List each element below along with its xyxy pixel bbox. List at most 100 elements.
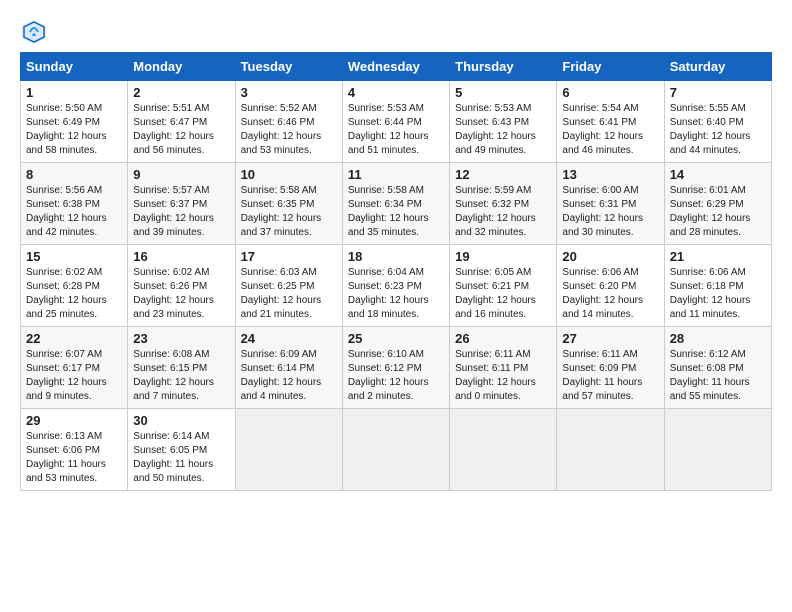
calendar-cell: 27 Sunrise: 6:11 AMSunset: 6:09 PMDayligh… (557, 327, 664, 409)
day-number: 5 (455, 85, 551, 100)
header-day-tuesday: Tuesday (235, 53, 342, 81)
calendar-week-4: 22 Sunrise: 6:07 AMSunset: 6:17 PMDayligh… (21, 327, 772, 409)
day-number: 19 (455, 249, 551, 264)
day-number: 18 (348, 249, 444, 264)
day-info: Sunrise: 6:11 AMSunset: 6:11 PMDaylight:… (455, 348, 551, 404)
day-number: 17 (241, 249, 337, 264)
day-number: 28 (670, 331, 766, 346)
calendar-cell: 9 Sunrise: 5:57 AMSunset: 6:37 PMDaylight… (128, 163, 235, 245)
calendar-cell (342, 409, 449, 491)
day-info: Sunrise: 6:08 AMSunset: 6:15 PMDaylight:… (133, 348, 229, 404)
calendar-cell: 30 Sunrise: 6:14 AMSunset: 6:05 PMDayligh… (128, 409, 235, 491)
header-day-thursday: Thursday (450, 53, 557, 81)
calendar-cell: 22 Sunrise: 6:07 AMSunset: 6:17 PMDayligh… (21, 327, 128, 409)
day-number: 21 (670, 249, 766, 264)
day-number: 27 (562, 331, 658, 346)
header-day-sunday: Sunday (21, 53, 128, 81)
day-info: Sunrise: 6:11 AMSunset: 6:09 PMDaylight:… (562, 348, 658, 404)
header (20, 18, 772, 46)
day-info: Sunrise: 5:58 AMSunset: 6:34 PMDaylight:… (348, 184, 444, 240)
calendar-cell: 26 Sunrise: 6:11 AMSunset: 6:11 PMDayligh… (450, 327, 557, 409)
day-info: Sunrise: 6:06 AMSunset: 6:20 PMDaylight:… (562, 266, 658, 322)
day-info: Sunrise: 6:09 AMSunset: 6:14 PMDaylight:… (241, 348, 337, 404)
header-day-saturday: Saturday (664, 53, 771, 81)
day-info: Sunrise: 6:01 AMSunset: 6:29 PMDaylight:… (670, 184, 766, 240)
day-info: Sunrise: 5:53 AMSunset: 6:43 PMDaylight:… (455, 102, 551, 158)
day-info: Sunrise: 6:06 AMSunset: 6:18 PMDaylight:… (670, 266, 766, 322)
day-number: 25 (348, 331, 444, 346)
calendar-cell: 29 Sunrise: 6:13 AMSunset: 6:06 PMDayligh… (21, 409, 128, 491)
day-info: Sunrise: 5:55 AMSunset: 6:40 PMDaylight:… (670, 102, 766, 158)
day-number: 9 (133, 167, 229, 182)
day-number: 24 (241, 331, 337, 346)
calendar-cell: 5 Sunrise: 5:53 AMSunset: 6:43 PMDaylight… (450, 81, 557, 163)
day-number: 7 (670, 85, 766, 100)
day-number: 22 (26, 331, 122, 346)
calendar-cell: 12Sunrise: 5:59 AMSunset: 6:32 PMDayligh… (450, 163, 557, 245)
calendar-cell: 10 Sunrise: 5:58 AMSunset: 6:35 PMDayligh… (235, 163, 342, 245)
calendar-cell: 23Sunrise: 6:08 AMSunset: 6:15 PMDayligh… (128, 327, 235, 409)
calendar-cell: 8 Sunrise: 5:56 AMSunset: 6:38 PMDaylight… (21, 163, 128, 245)
day-info: Sunrise: 6:07 AMSunset: 6:17 PMDaylight:… (26, 348, 122, 404)
day-info: Sunrise: 6:03 AMSunset: 6:25 PMDaylight:… (241, 266, 337, 322)
calendar-body: 1 Sunrise: 5:50 AMSunset: 6:49 PMDaylight… (21, 81, 772, 491)
day-number: 26 (455, 331, 551, 346)
calendar-header-row: SundayMondayTuesdayWednesdayThursdayFrid… (21, 53, 772, 81)
logo-icon (20, 18, 48, 46)
calendar-cell: 21 Sunrise: 6:06 AMSunset: 6:18 PMDayligh… (664, 245, 771, 327)
calendar-table: SundayMondayTuesdayWednesdayThursdayFrid… (20, 52, 772, 491)
day-info: Sunrise: 6:13 AMSunset: 6:06 PMDaylight:… (26, 430, 122, 486)
day-number: 30 (133, 413, 229, 428)
day-number: 1 (26, 85, 122, 100)
day-number: 16 (133, 249, 229, 264)
day-info: Sunrise: 5:57 AMSunset: 6:37 PMDaylight:… (133, 184, 229, 240)
day-number: 2 (133, 85, 229, 100)
calendar-cell: 6 Sunrise: 5:54 AMSunset: 6:41 PMDaylight… (557, 81, 664, 163)
calendar-cell: 20 Sunrise: 6:06 AMSunset: 6:20 PMDayligh… (557, 245, 664, 327)
day-info: Sunrise: 6:00 AMSunset: 6:31 PMDaylight:… (562, 184, 658, 240)
day-info: Sunrise: 5:51 AMSunset: 6:47 PMDaylight:… (133, 102, 229, 158)
day-number: 20 (562, 249, 658, 264)
day-number: 29 (26, 413, 122, 428)
day-info: Sunrise: 5:50 AMSunset: 6:49 PMDaylight:… (26, 102, 122, 158)
calendar-cell: 2 Sunrise: 5:51 AMSunset: 6:47 PMDaylight… (128, 81, 235, 163)
calendar-cell (557, 409, 664, 491)
day-number: 11 (348, 167, 444, 182)
day-number: 10 (241, 167, 337, 182)
calendar-cell: 11 Sunrise: 5:58 AMSunset: 6:34 PMDayligh… (342, 163, 449, 245)
header-day-friday: Friday (557, 53, 664, 81)
calendar-cell: 3Sunrise: 5:52 AMSunset: 6:46 PMDaylight… (235, 81, 342, 163)
calendar-cell (450, 409, 557, 491)
header-day-monday: Monday (128, 53, 235, 81)
calendar-cell: 19 Sunrise: 6:05 AMSunset: 6:21 PMDayligh… (450, 245, 557, 327)
day-info: Sunrise: 6:05 AMSunset: 6:21 PMDaylight:… (455, 266, 551, 322)
calendar-week-2: 8 Sunrise: 5:56 AMSunset: 6:38 PMDaylight… (21, 163, 772, 245)
day-info: Sunrise: 6:12 AMSunset: 6:08 PMDaylight:… (670, 348, 766, 404)
header-day-wednesday: Wednesday (342, 53, 449, 81)
day-info: Sunrise: 6:04 AMSunset: 6:23 PMDaylight:… (348, 266, 444, 322)
logo (20, 18, 50, 46)
calendar-week-1: 1 Sunrise: 5:50 AMSunset: 6:49 PMDaylight… (21, 81, 772, 163)
calendar-cell: 25 Sunrise: 6:10 AMSunset: 6:12 PMDayligh… (342, 327, 449, 409)
day-info: Sunrise: 5:52 AMSunset: 6:46 PMDaylight:… (241, 102, 337, 158)
calendar-cell: 1 Sunrise: 5:50 AMSunset: 6:49 PMDaylight… (21, 81, 128, 163)
day-number: 12 (455, 167, 551, 182)
day-info: Sunrise: 5:56 AMSunset: 6:38 PMDaylight:… (26, 184, 122, 240)
day-number: 6 (562, 85, 658, 100)
calendar-cell (664, 409, 771, 491)
day-number: 8 (26, 167, 122, 182)
day-number: 14 (670, 167, 766, 182)
calendar-cell: 15Sunrise: 6:02 AMSunset: 6:28 PMDayligh… (21, 245, 128, 327)
calendar-cell: 28 Sunrise: 6:12 AMSunset: 6:08 PMDayligh… (664, 327, 771, 409)
day-info: Sunrise: 5:54 AMSunset: 6:41 PMDaylight:… (562, 102, 658, 158)
day-info: Sunrise: 6:10 AMSunset: 6:12 PMDaylight:… (348, 348, 444, 404)
calendar-week-5: 29 Sunrise: 6:13 AMSunset: 6:06 PMDayligh… (21, 409, 772, 491)
calendar-cell: 18 Sunrise: 6:04 AMSunset: 6:23 PMDayligh… (342, 245, 449, 327)
day-info: Sunrise: 6:14 AMSunset: 6:05 PMDaylight:… (133, 430, 229, 486)
calendar-cell: 13Sunrise: 6:00 AMSunset: 6:31 PMDayligh… (557, 163, 664, 245)
calendar-cell: 16 Sunrise: 6:02 AMSunset: 6:26 PMDayligh… (128, 245, 235, 327)
day-info: Sunrise: 5:58 AMSunset: 6:35 PMDaylight:… (241, 184, 337, 240)
day-info: Sunrise: 5:53 AMSunset: 6:44 PMDaylight:… (348, 102, 444, 158)
calendar-cell: 17 Sunrise: 6:03 AMSunset: 6:25 PMDayligh… (235, 245, 342, 327)
day-info: Sunrise: 6:02 AMSunset: 6:26 PMDaylight:… (133, 266, 229, 322)
